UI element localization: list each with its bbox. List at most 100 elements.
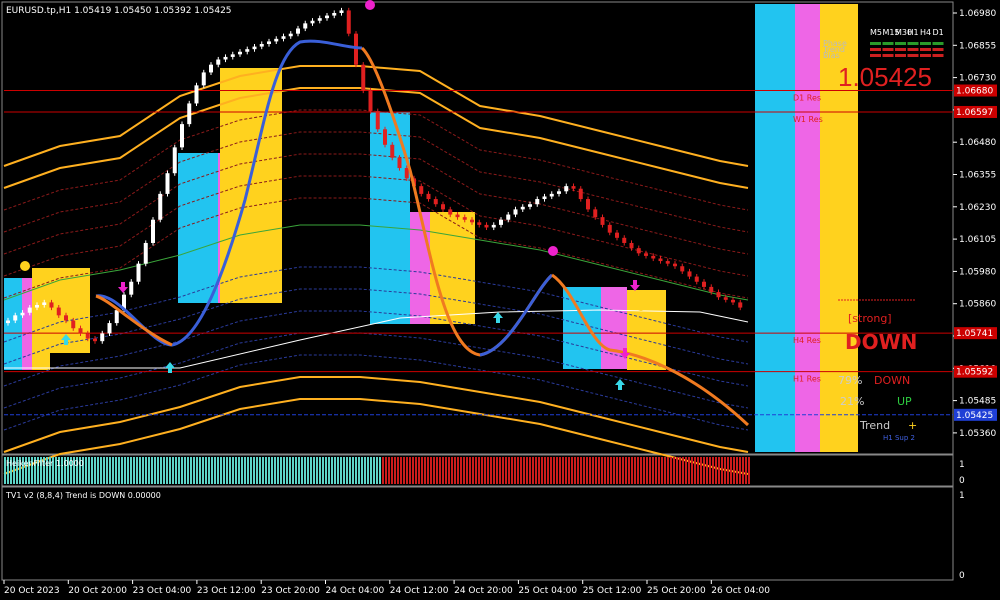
candle-body bbox=[78, 328, 83, 334]
price-tag-label: 1.05425 bbox=[956, 411, 993, 421]
heiken-bar bbox=[262, 457, 264, 484]
candle-body bbox=[441, 204, 445, 210]
heiken-bar bbox=[736, 457, 738, 484]
heiken-bar bbox=[334, 457, 336, 484]
candle-body bbox=[259, 44, 264, 47]
heiken-bar bbox=[232, 457, 234, 484]
candle-body bbox=[129, 281, 134, 295]
candle-body bbox=[723, 297, 728, 300]
candle-body bbox=[702, 281, 706, 287]
heiken-bar bbox=[697, 457, 699, 484]
heiken-bar bbox=[112, 457, 114, 484]
candle-body bbox=[339, 10, 344, 13]
candle-body bbox=[600, 217, 605, 225]
heiken-bar bbox=[385, 457, 387, 484]
candle-body bbox=[542, 196, 547, 200]
heiken-bar bbox=[103, 457, 105, 484]
heiken-bar bbox=[268, 457, 270, 484]
heiken-bar bbox=[226, 457, 228, 484]
candle-body bbox=[71, 320, 76, 329]
heiken-bar bbox=[304, 457, 306, 484]
heiken-bar bbox=[313, 457, 315, 484]
heiken-bar bbox=[451, 457, 453, 484]
heiken-bar bbox=[559, 457, 561, 484]
heiken-bar bbox=[439, 457, 441, 484]
heiken-bar bbox=[424, 457, 426, 484]
tv1-panel-frame bbox=[1, 486, 954, 581]
time-tick-label: 20 Oct 20:00 bbox=[68, 586, 127, 596]
heiken-bar bbox=[643, 457, 645, 484]
candle-body bbox=[42, 302, 47, 305]
down-arrow-icon bbox=[118, 282, 128, 293]
candle-body bbox=[303, 23, 308, 29]
heiken-bar bbox=[211, 457, 213, 484]
heiken-bar bbox=[649, 457, 651, 484]
timeframe-cell bbox=[932, 42, 944, 45]
heiken-bar bbox=[607, 457, 609, 484]
heiken-bar bbox=[499, 457, 501, 484]
heiken-bar bbox=[592, 457, 594, 484]
heiken-bar bbox=[676, 457, 678, 484]
heiken-bar bbox=[631, 457, 633, 484]
price-tag-label: 1.06597 bbox=[956, 108, 993, 118]
candle-body bbox=[27, 307, 32, 313]
heiken-bar bbox=[295, 457, 297, 484]
heiken-bar bbox=[466, 457, 468, 484]
price-tag-label: 1.06680 bbox=[956, 87, 993, 97]
heiken-bar bbox=[361, 457, 363, 484]
heiken-bar bbox=[166, 457, 168, 484]
candle-body bbox=[100, 333, 105, 342]
symbol-info-line: EURUSD.tp,H1 1.05419 1.05450 1.05392 1.0… bbox=[6, 6, 232, 16]
candle-body bbox=[499, 219, 503, 225]
heiken-bar bbox=[565, 457, 567, 484]
heiken-bar bbox=[664, 457, 666, 484]
heiken-bar bbox=[292, 457, 294, 484]
heiken-bar bbox=[415, 457, 417, 484]
candle-body bbox=[136, 263, 141, 282]
candle-body bbox=[651, 255, 656, 259]
candle-body bbox=[252, 46, 257, 50]
signal-zone-box bbox=[50, 268, 90, 353]
strength-label: [strong] bbox=[848, 312, 892, 325]
heiken-bar bbox=[547, 457, 549, 484]
down-label: DOWN bbox=[874, 374, 910, 387]
heiken-panel-frame bbox=[1, 454, 954, 487]
price-tick-label: 1.06230 bbox=[959, 203, 996, 213]
candle-body bbox=[245, 49, 250, 52]
heiken-bar bbox=[250, 457, 252, 484]
candle-body bbox=[143, 242, 148, 264]
candle-body bbox=[433, 199, 438, 205]
heiken-bar bbox=[202, 457, 204, 484]
heiken-bar bbox=[130, 457, 132, 484]
heiken-bar bbox=[406, 457, 408, 484]
candle-body bbox=[114, 310, 119, 324]
heiken-bar bbox=[379, 457, 381, 484]
heiken-bar bbox=[688, 457, 690, 484]
heiken-bar bbox=[526, 457, 528, 484]
heiken-bar bbox=[670, 457, 672, 484]
price-tick-label: 1.06855 bbox=[959, 41, 996, 51]
heiken-bar bbox=[205, 457, 207, 484]
timeframe-cell bbox=[907, 54, 919, 57]
candle-body bbox=[462, 217, 467, 220]
candle-body bbox=[296, 28, 300, 34]
time-tick-label: 25 Oct 12:00 bbox=[583, 586, 642, 596]
heiken-bar bbox=[730, 457, 732, 484]
up-label: UP bbox=[897, 395, 912, 408]
candle-body bbox=[172, 147, 177, 174]
timeframe-label: H1 bbox=[908, 28, 919, 37]
candle-body bbox=[557, 191, 561, 194]
level-label: H1 Res bbox=[793, 375, 821, 384]
heiken-bar bbox=[469, 457, 471, 484]
heiken-bar bbox=[151, 457, 153, 484]
heiken-bar bbox=[91, 457, 93, 484]
candle-body bbox=[281, 36, 286, 39]
heiken-bar bbox=[208, 457, 210, 484]
timeframe-label: D1 bbox=[933, 28, 944, 37]
candle-body bbox=[6, 320, 10, 324]
heiken-bar bbox=[100, 457, 102, 484]
candle-body bbox=[477, 222, 482, 225]
heiken-bar bbox=[85, 457, 87, 484]
heiken-bar bbox=[136, 457, 138, 484]
heiken-bar bbox=[253, 457, 255, 484]
